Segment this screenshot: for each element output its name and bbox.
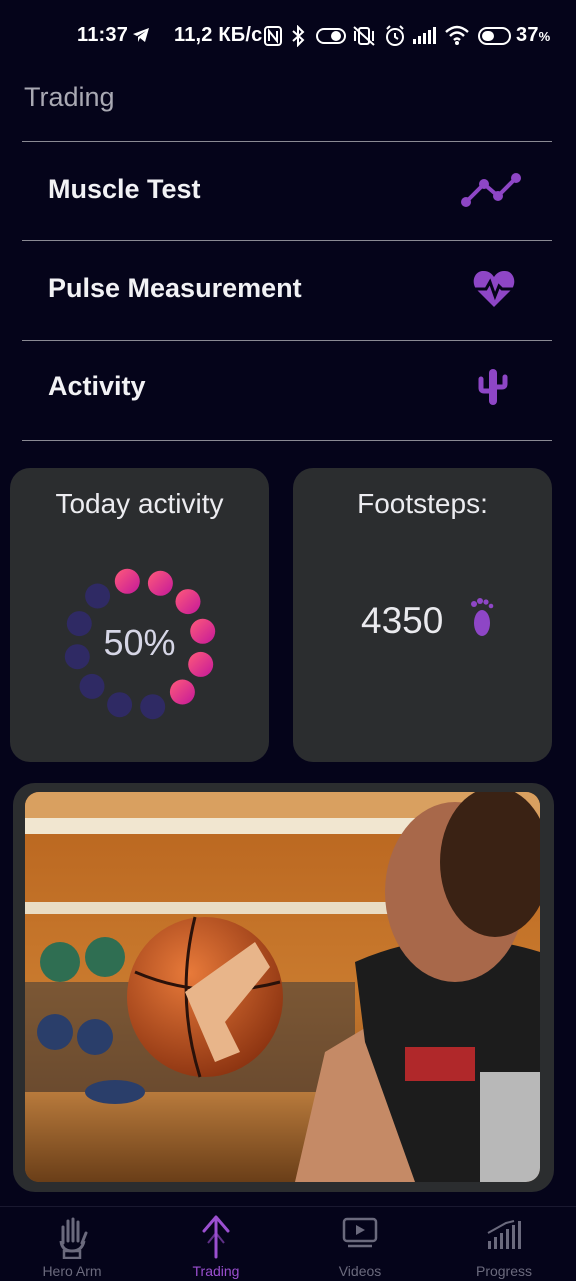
bluetooth-icon	[292, 25, 305, 47]
nav-label: Trading	[192, 1263, 240, 1279]
battery-percent: 37%	[516, 24, 551, 46]
menu-item-activity[interactable]: Activity	[22, 340, 552, 441]
alarm-icon	[386, 25, 404, 46]
bar-chart-icon	[487, 1220, 521, 1249]
footsteps-value: 4350	[361, 600, 444, 641]
chart-line-icon	[461, 173, 521, 207]
ring-dot-filled	[114, 568, 140, 594]
telegram-icon	[133, 28, 149, 42]
photo-card[interactable]	[13, 783, 554, 1192]
ring-dot-empty	[140, 694, 166, 720]
nav-hero-arm[interactable]: Hero Arm	[0, 1207, 144, 1281]
basketball-player-photo	[25, 792, 540, 1182]
signal-icon	[413, 27, 436, 44]
ring-dot-empty	[85, 583, 111, 609]
today-activity-title: Today activity	[55, 488, 224, 519]
status-time: 11:37	[77, 24, 129, 46]
menu-item-label: Pulse Measurement	[48, 273, 302, 303]
nav-label: Progress	[475, 1263, 533, 1279]
menu-item-label: Activity	[48, 371, 146, 401]
ring-dot-empty	[79, 673, 105, 699]
ring-dot-filled	[147, 570, 173, 596]
footprint-icon	[471, 598, 494, 636]
nfc-icon	[264, 26, 282, 46]
page-title: Trading	[24, 82, 115, 112]
hand-icon	[59, 1217, 88, 1259]
cactus-icon	[478, 369, 508, 405]
nav-trading[interactable]: Trading	[144, 1207, 288, 1281]
footsteps-card[interactable]: Footsteps: 4350	[293, 468, 552, 762]
arrow-up-icon	[202, 1215, 230, 1259]
ring-dot-filled	[169, 679, 195, 705]
today-activity-card[interactable]: Today activity 50%	[10, 468, 269, 762]
battery-icon	[478, 27, 511, 45]
menu-item-muscle-test[interactable]: Muscle Test	[22, 141, 552, 241]
vibrate-off-icon	[353, 26, 375, 46]
bottom-navigation: Hero Arm Trading Videos Progress	[0, 1206, 576, 1281]
menu-item-label: Muscle Test	[48, 174, 201, 204]
ring-dot-empty	[107, 692, 133, 718]
nav-progress[interactable]: Progress	[432, 1207, 576, 1281]
menu-item-pulse-measurement[interactable]: Pulse Measurement	[22, 240, 552, 340]
footsteps-title: Footsteps:	[357, 488, 488, 519]
status-bar: 11:37 11,2 КБ/с 37%	[0, 0, 576, 72]
toggle-status-icon	[316, 28, 346, 44]
ring-dot-filled	[175, 589, 201, 615]
nav-label: Hero Arm	[42, 1263, 102, 1279]
nav-label: Videos	[338, 1263, 382, 1279]
nav-videos[interactable]: Videos	[288, 1207, 432, 1281]
activity-percent-value: 50%	[103, 622, 176, 663]
status-network-speed: 11,2 КБ/с	[174, 24, 263, 46]
wifi-icon	[445, 25, 469, 45]
heart-pulse-icon	[473, 270, 515, 307]
video-play-icon	[342, 1217, 378, 1248]
